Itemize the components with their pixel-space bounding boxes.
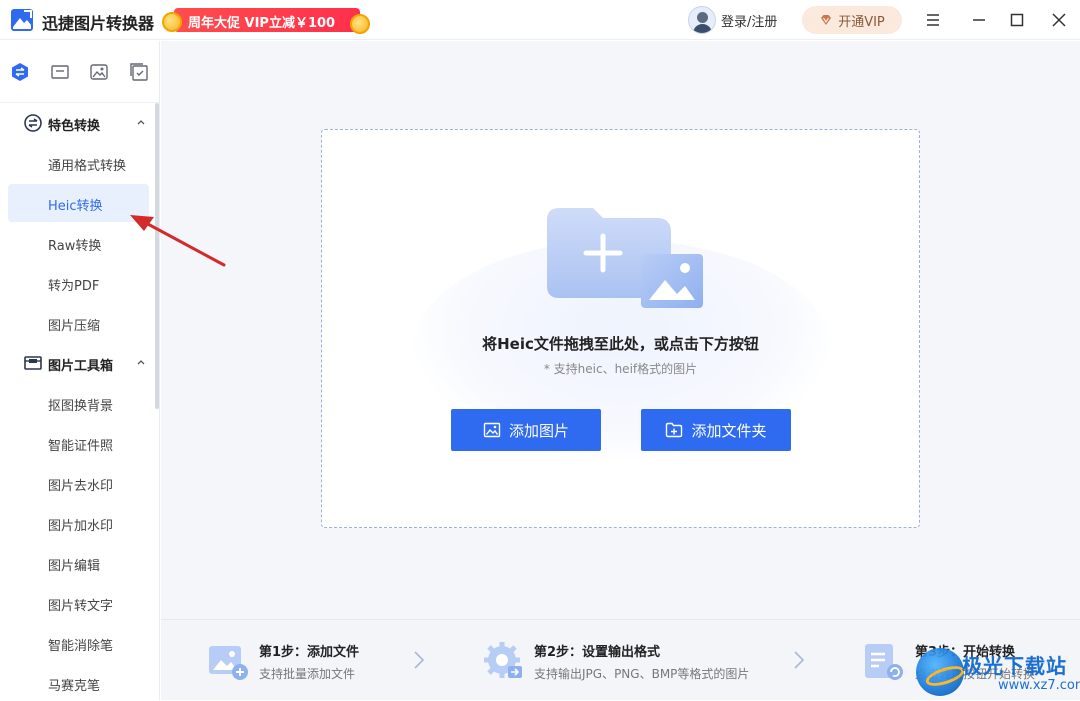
sidebar-item-mosaic[interactable]: 马赛克笔 xyxy=(8,664,149,700)
sidebar-item-label: 图片去水印 xyxy=(48,479,114,494)
avatar[interactable] xyxy=(688,6,716,34)
sidebar-item-label: 图片编辑 xyxy=(48,559,101,574)
sidebar-item-label: 图片转文字 xyxy=(48,599,114,614)
coin-icon xyxy=(162,12,182,32)
step-title: 第1步：添加文件 xyxy=(259,645,360,660)
vip-button[interactable]: 开通VIP xyxy=(802,6,902,34)
add-image-button[interactable]: 添加图片 xyxy=(451,409,601,451)
add-folder-illustration-icon xyxy=(547,208,703,308)
chevron-right-icon xyxy=(414,651,425,669)
step-2: 第2步：设置输出格式 支持输出JPG、PNG、BMP等格式的图片 xyxy=(482,620,782,701)
sidebar-item-label: Raw转换 xyxy=(48,239,102,254)
steps-bar: 第1步：添加文件 支持批量添加文件 第2步：设置输出格式 支持输出JPG、PNG… xyxy=(161,619,1080,700)
sidebar-item-label: 图片压缩 xyxy=(48,319,101,334)
drop-title: 将Heic文件拖拽至此处，或点击下方按钮 xyxy=(482,335,759,353)
add-image-label: 添加图片 xyxy=(508,421,569,440)
diamond-icon xyxy=(821,15,832,25)
drop-subtitle: * 支持heic、heif格式的图片 xyxy=(543,362,698,376)
folder-plus-icon xyxy=(666,422,683,438)
sidebar-item-cutout[interactable]: 抠图换背景 xyxy=(8,384,149,422)
sidebar-item-compress[interactable]: 图片压缩 xyxy=(8,304,149,342)
sidebar-item-image-edit[interactable]: 图片编辑 xyxy=(8,544,149,582)
sidebar-item-image-to-text[interactable]: 图片转文字 xyxy=(8,584,149,622)
tab-convert-icon[interactable] xyxy=(10,62,30,82)
app-title: 迅捷图片转换器 xyxy=(42,14,155,33)
menu-icon[interactable] xyxy=(923,10,943,30)
sidebar-tabs xyxy=(0,41,159,103)
add-folder-button[interactable]: 添加文件夹 xyxy=(641,409,791,451)
step-desc: 支持批量添加文件 xyxy=(259,667,356,681)
step-3: 第3步：开始转换 点击转换按钮开始转换 xyxy=(863,620,1080,701)
group-label: 特色转换 xyxy=(48,119,101,134)
drop-zone[interactable]: 将Heic文件拖拽至此处，或点击下方按钮 * 支持heic、heif格式的图片 … xyxy=(321,129,920,528)
tab-image-icon[interactable] xyxy=(89,62,109,82)
sidebar-item-label: Heic转换 xyxy=(48,199,103,214)
promo-banner[interactable]: 周年大促 VIP立减￥100 xyxy=(160,7,372,35)
add-file-icon xyxy=(209,646,248,680)
chevron-up-icon xyxy=(137,360,145,365)
start-convert-icon xyxy=(865,644,903,680)
group-label: 图片工具箱 xyxy=(48,359,114,374)
coin-icon xyxy=(350,14,370,34)
sidebar-item-label: 智能消除笔 xyxy=(48,639,114,654)
group-image-toolbox[interactable]: 图片工具箱 xyxy=(0,344,155,382)
sidebar-item-general-convert[interactable]: 通用格式转换 xyxy=(8,144,149,182)
step-desc: 支持输出JPG、PNG、BMP等格式的图片 xyxy=(534,667,750,681)
sidebar-item-id-photo[interactable]: 智能证件照 xyxy=(8,424,149,462)
sidebar-item-label: 马赛克笔 xyxy=(48,679,101,694)
convert-icon xyxy=(24,114,42,132)
sidebar-item-remove-watermark[interactable]: 图片去水印 xyxy=(8,464,149,502)
sidebar-item-label: 图片加水印 xyxy=(48,519,114,534)
sidebar-item-label: 转为PDF xyxy=(48,279,100,294)
promo-text: 周年大促 VIP立减￥100 xyxy=(188,16,336,31)
title-bar: 迅捷图片转换器 周年大促 VIP立减￥100 登录/注册 开通VIP xyxy=(0,0,1080,40)
app-logo-icon xyxy=(11,9,33,31)
tab-toolbox-icon[interactable] xyxy=(50,62,70,82)
image-icon xyxy=(483,422,501,438)
step-desc: 点击转换按钮开始转换 xyxy=(915,667,1036,681)
step-title: 第2步：设置输出格式 xyxy=(534,645,661,660)
sidebar-item-add-watermark[interactable]: 图片加水印 xyxy=(8,504,149,542)
vip-label: 开通VIP xyxy=(838,14,885,30)
sidebar-item-label: 智能证件照 xyxy=(48,439,114,454)
chevron-right-icon xyxy=(794,651,805,669)
sidebar-item-heic-convert[interactable]: Heic转换 xyxy=(8,184,149,222)
sidebar-item-eraser[interactable]: 智能消除笔 xyxy=(8,624,149,662)
tab-batch-icon[interactable] xyxy=(129,62,149,82)
sidebar: 特色转换 通用格式转换 Heic转换 Raw转换 转为PDF 图片压缩 图片工具… xyxy=(0,41,160,700)
sidebar-item-label: 抠图换背景 xyxy=(48,399,114,414)
settings-gear-icon xyxy=(484,642,522,678)
minimize-icon[interactable] xyxy=(969,10,989,30)
step-title: 第3步：开始转换 xyxy=(915,645,1016,660)
sidebar-scrollbar[interactable] xyxy=(155,103,159,409)
group-feature-convert[interactable]: 特色转换 xyxy=(0,104,155,142)
step-1: 第1步：添加文件 支持批量添加文件 xyxy=(207,620,427,701)
sidebar-item-to-pdf[interactable]: 转为PDF xyxy=(8,264,149,302)
chevron-up-icon xyxy=(137,120,145,125)
toolbox-icon xyxy=(24,356,42,370)
sidebar-item-label: 通用格式转换 xyxy=(48,159,127,174)
add-folder-label: 添加文件夹 xyxy=(691,421,767,440)
maximize-icon[interactable] xyxy=(1007,10,1027,30)
close-icon[interactable] xyxy=(1049,10,1069,30)
sidebar-item-raw-convert[interactable]: Raw转换 xyxy=(8,224,149,262)
main-panel: 将Heic文件拖拽至此处，或点击下方按钮 * 支持heic、heif格式的图片 … xyxy=(161,41,1080,700)
login-link[interactable]: 登录/注册 xyxy=(721,11,777,30)
